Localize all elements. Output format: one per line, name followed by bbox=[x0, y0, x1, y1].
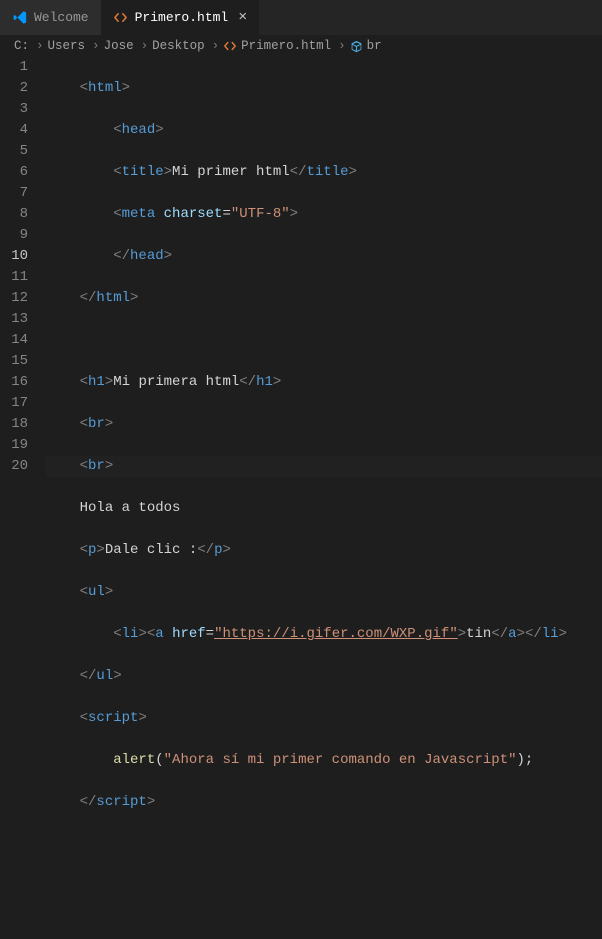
line-number: 19 bbox=[0, 435, 28, 456]
chevron-right-icon: › bbox=[335, 39, 349, 53]
breadcrumb: C:› Users› Jose› Desktop› Primero.html› … bbox=[0, 35, 602, 57]
tab-primero[interactable]: Primero.html × bbox=[101, 0, 260, 35]
line-number: 20 bbox=[0, 456, 28, 477]
vscode-icon bbox=[12, 10, 28, 26]
line-number: 2 bbox=[0, 78, 28, 99]
line-number: 1 bbox=[0, 57, 28, 78]
chevron-right-icon: › bbox=[138, 39, 152, 53]
line-number: 12 bbox=[0, 288, 28, 309]
cube-icon bbox=[350, 40, 363, 53]
line-number: 10 bbox=[0, 246, 28, 267]
close-icon[interactable]: × bbox=[238, 10, 247, 25]
chevron-right-icon: › bbox=[209, 39, 223, 53]
line-number: 15 bbox=[0, 351, 28, 372]
line-number: 9 bbox=[0, 225, 28, 246]
editor[interactable]: 1 2 3 4 5 6 7 8 9 10 11 12 13 14 15 16 1… bbox=[0, 57, 602, 507]
crumb-c[interactable]: C:› bbox=[14, 39, 47, 53]
line-number: 16 bbox=[0, 372, 28, 393]
line-number: 18 bbox=[0, 414, 28, 435]
tab-primero-label: Primero.html bbox=[135, 10, 229, 25]
line-number: 11 bbox=[0, 267, 28, 288]
code-icon bbox=[113, 9, 129, 25]
crumb-file[interactable]: Primero.html› bbox=[223, 39, 349, 53]
chevron-right-icon: › bbox=[89, 39, 103, 53]
code-content[interactable]: <html> <head> <title>Mi primer html</tit… bbox=[46, 57, 602, 507]
tab-bar: Welcome Primero.html × bbox=[0, 0, 602, 35]
line-number: 17 bbox=[0, 393, 28, 414]
crumb-symbol[interactable]: br bbox=[350, 39, 382, 53]
code-icon bbox=[223, 39, 237, 53]
line-number-gutter: 1 2 3 4 5 6 7 8 9 10 11 12 13 14 15 16 1… bbox=[0, 57, 46, 507]
line-number: 14 bbox=[0, 330, 28, 351]
tab-welcome[interactable]: Welcome bbox=[0, 0, 101, 35]
line-number: 4 bbox=[0, 120, 28, 141]
line-number: 3 bbox=[0, 99, 28, 120]
line-number: 13 bbox=[0, 309, 28, 330]
chevron-right-icon: › bbox=[33, 39, 47, 53]
crumb-users[interactable]: Users› bbox=[48, 39, 103, 53]
crumb-jose[interactable]: Jose› bbox=[104, 39, 152, 53]
line-number: 7 bbox=[0, 183, 28, 204]
tab-welcome-label: Welcome bbox=[34, 10, 89, 25]
line-number: 8 bbox=[0, 204, 28, 225]
line-number: 5 bbox=[0, 141, 28, 162]
crumb-desktop[interactable]: Desktop› bbox=[152, 39, 222, 53]
line-number: 6 bbox=[0, 162, 28, 183]
